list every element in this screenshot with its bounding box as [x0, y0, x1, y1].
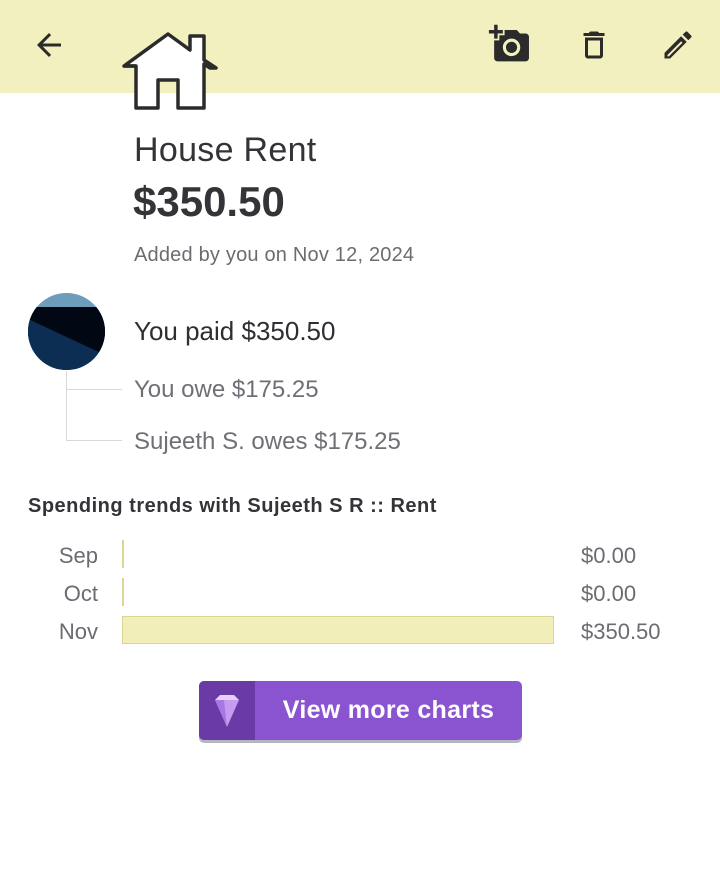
expense-title: House Rent — [134, 131, 317, 169]
split-tree-line — [66, 371, 121, 441]
trends-title: Spending trends with Sujeeth S R :: Rent — [28, 495, 437, 517]
arrow-left-icon[interactable] — [26, 22, 72, 68]
avatar[interactable] — [28, 293, 105, 370]
expense-amount: $350.50 — [133, 178, 285, 225]
payer-text: You paid $350.50 — [134, 316, 336, 346]
app-bar — [0, 0, 720, 93]
chart-value-label: $0.00 — [581, 581, 637, 606]
added-by-text: Added by you on Nov 12, 2024 — [134, 244, 415, 266]
pencil-icon[interactable] — [655, 22, 701, 68]
split-tree-branch — [67, 389, 122, 390]
gem-icon — [199, 681, 255, 740]
chart-value-label: $350.50 — [581, 619, 661, 644]
chart-row: Sep $0.00 — [0, 535, 720, 573]
chart-value-label: $0.00 — [581, 543, 637, 568]
house-icon — [120, 30, 220, 112]
owe-text: Sujeeth S. owes $175.25 — [134, 428, 401, 455]
add-photo-icon[interactable] — [487, 22, 533, 68]
chart-bar — [122, 616, 554, 644]
chart-bar — [122, 578, 124, 606]
owe-text: You owe $175.25 — [134, 376, 319, 403]
chart-category-label: Oct — [63, 581, 98, 606]
view-more-charts-label: View more charts — [282, 696, 495, 724]
split-tree-branch — [67, 440, 122, 441]
chart-row: Nov $350.50 — [0, 611, 720, 649]
spending-trends-chart: Sep $0.00 Oct $0.00 Nov $350.50 — [0, 535, 720, 655]
chart-category-label: Nov — [58, 619, 98, 644]
chart-row: Oct $0.00 — [0, 573, 720, 611]
chart-bar — [122, 540, 124, 568]
view-more-charts-button[interactable]: View more charts — [199, 681, 522, 740]
trash-icon[interactable] — [571, 22, 617, 68]
chart-category-label: Sep — [58, 543, 98, 568]
